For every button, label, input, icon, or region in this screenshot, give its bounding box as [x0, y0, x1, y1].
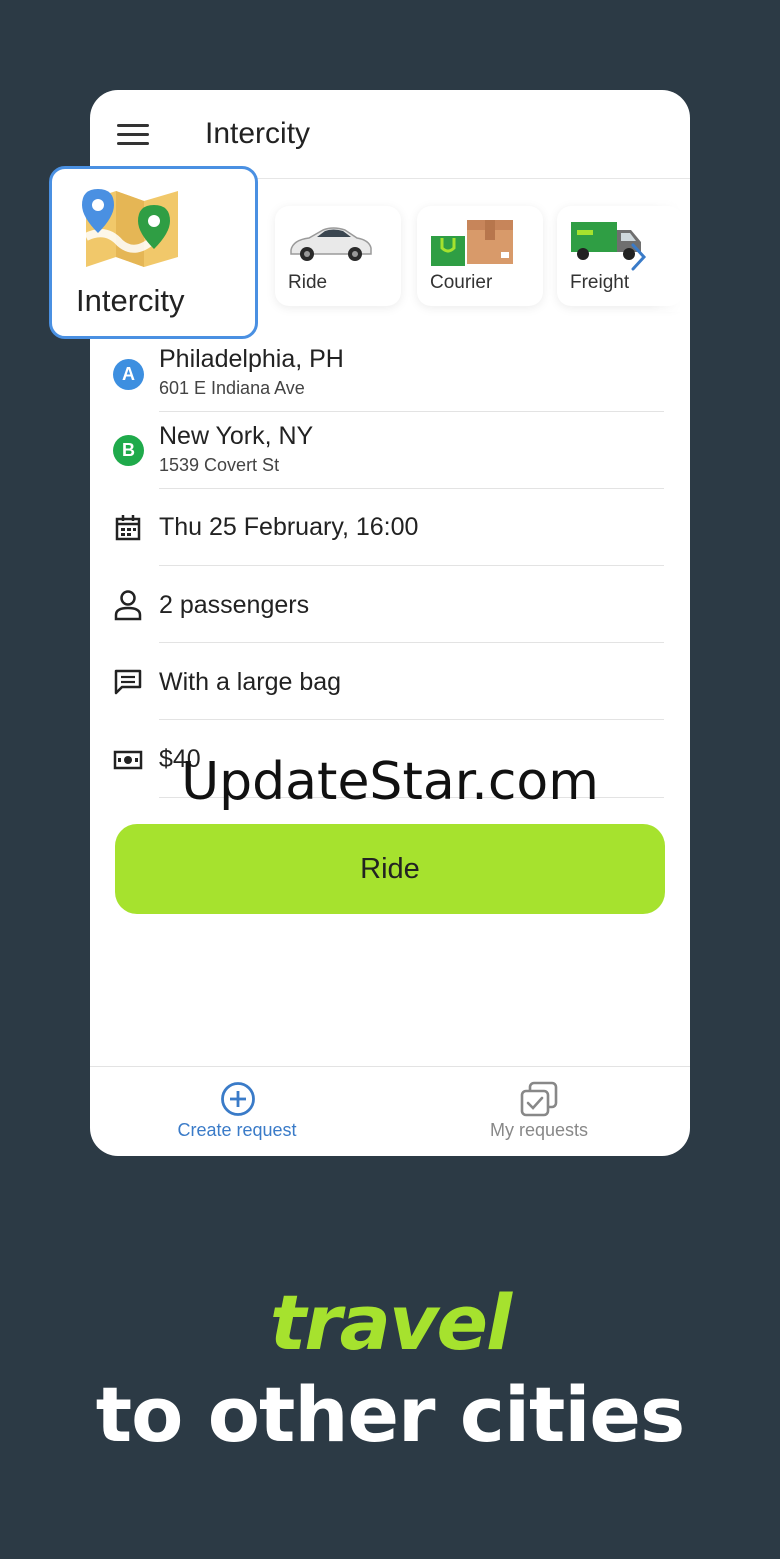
price-value: $40 — [159, 745, 201, 773]
bottom-nav: Create request My requests — [90, 1066, 690, 1156]
category-label: Courier — [430, 272, 493, 293]
comment-row[interactable]: With a large bag — [90, 643, 690, 720]
nav-label: My requests — [489, 1120, 589, 1140]
category-label: Intercity — [76, 283, 185, 318]
datetime-value: Thu 25 February, 16:00 — [159, 513, 419, 541]
category-intercity[interactable]: Intercity — [49, 166, 258, 339]
price-row[interactable]: $40 — [90, 720, 690, 798]
comment-value: With a large bag — [159, 668, 342, 696]
category-label: Freight — [570, 272, 630, 293]
passengers-row[interactable]: 2 passengers — [90, 566, 690, 643]
cash-icon — [113, 750, 143, 770]
origin-city: Philadelphia, PH — [159, 345, 344, 373]
comment-icon — [114, 669, 142, 695]
nav-my-requests[interactable]: My requests — [390, 1067, 690, 1156]
category-ride[interactable]: Ride — [275, 206, 401, 306]
map-icon — [82, 189, 178, 267]
page-title: Intercity — [205, 117, 311, 150]
person-icon — [114, 590, 142, 621]
stacked-check-icon — [520, 1081, 558, 1117]
plus-circle-icon — [221, 1082, 255, 1116]
package-icon — [431, 220, 513, 266]
nav-label: Create request — [177, 1120, 297, 1140]
nav-create-request[interactable]: Create request — [90, 1067, 390, 1156]
chevron-right-icon[interactable] — [628, 242, 650, 272]
category-label: Ride — [288, 272, 328, 293]
ride-button[interactable]: Ride — [115, 824, 665, 914]
route-destination[interactable]: B New York, NY 1539 Covert St — [90, 412, 690, 489]
destination-badge: B — [113, 435, 144, 466]
promo-subheadline: to other cities — [95, 1370, 685, 1459]
divider — [159, 797, 664, 798]
promo-headline: travel — [269, 1278, 512, 1367]
car-icon — [290, 227, 372, 261]
menu-icon[interactable] — [117, 124, 149, 146]
route-origin[interactable]: A Philadelphia, PH 601 E Indiana Ave — [90, 334, 690, 412]
datetime-row[interactable]: Thu 25 February, 16:00 — [90, 489, 690, 566]
passengers-value: 2 passengers — [159, 591, 310, 619]
destination-address: 1539 Covert St — [159, 455, 280, 475]
origin-address: 601 E Indiana Ave — [159, 378, 305, 398]
origin-badge: A — [113, 359, 144, 390]
carousel-fade — [650, 200, 690, 312]
category-courier[interactable]: Courier — [417, 206, 543, 306]
destination-city: New York, NY — [159, 422, 314, 450]
calendar-icon — [115, 515, 141, 541]
